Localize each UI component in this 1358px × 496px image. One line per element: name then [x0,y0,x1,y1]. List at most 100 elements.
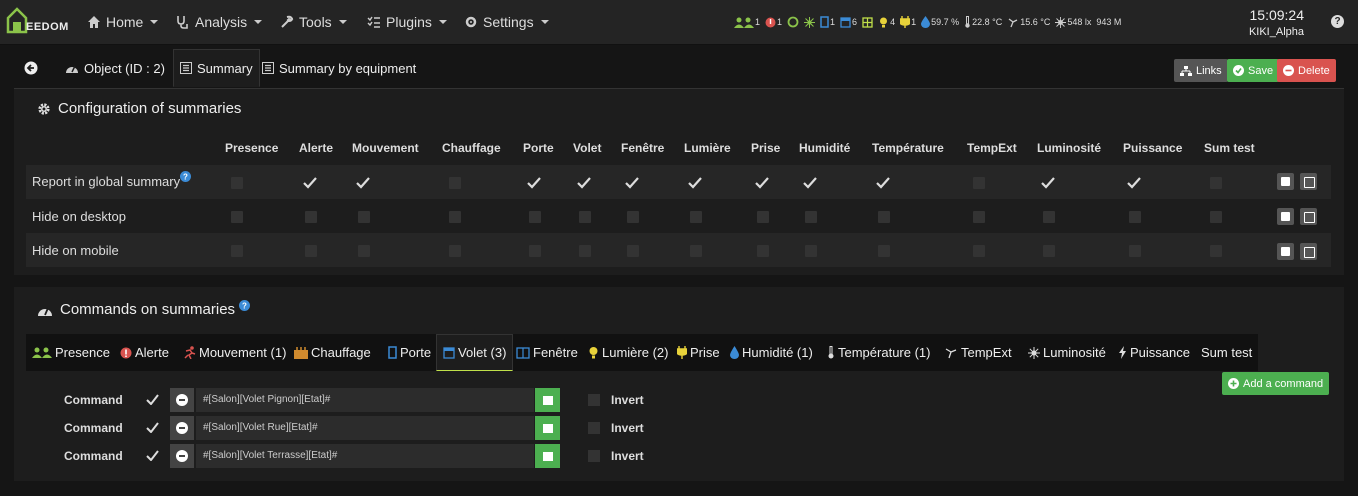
summary-checkbox[interactable] [627,211,639,223]
question-circle-icon[interactable]: ? [239,300,251,311]
summary-checkbox[interactable] [1043,211,1055,223]
save-button[interactable]: Save [1227,59,1280,82]
summary-checkbox[interactable] [690,245,702,257]
summary-checkbox-checked[interactable] [876,177,890,189]
tab-summary-by-equipment[interactable]: Summary by equipment [256,49,422,87]
tab-presence[interactable]: Presence [32,334,110,371]
invert-checkbox[interactable] [588,450,600,462]
summary-alert[interactable]: 1 [765,17,782,28]
summary-luminosity[interactable]: 548 lx [1055,16,1091,28]
tab-mouvement[interactable]: Mouvement (1) [184,334,286,371]
summary-checkbox-checked[interactable] [1127,177,1141,189]
summary-shutter[interactable]: 6 [840,16,857,28]
links-button[interactable]: Links [1174,59,1228,82]
tab-puissance[interactable]: Puissance [1118,334,1190,371]
back-button[interactable] [18,49,44,87]
select-command-button[interactable] [535,416,560,440]
tab-fenetre[interactable]: Fenêtre [516,334,578,371]
check-all-button[interactable] [1277,208,1294,225]
summary-checkbox[interactable] [1043,245,1055,257]
uncheck-all-button[interactable] [1300,243,1317,260]
uncheck-all-button[interactable] [1300,208,1317,225]
summary-checkbox[interactable] [305,211,317,223]
tab-summary[interactable]: Summary [173,49,260,87]
check-all-button[interactable] [1277,173,1294,190]
summary-checkbox[interactable] [449,245,461,257]
tab-prise[interactable]: Prise [677,334,720,371]
summary-checkbox[interactable] [358,245,370,257]
tab-chauffage[interactable]: Chauffage [294,334,371,371]
summary-checkbox[interactable] [1210,211,1222,223]
summary-checkbox[interactable] [757,245,769,257]
tab-sum-test[interactable]: Sum test [1201,334,1252,371]
nav-analysis[interactable]: Analysis [176,14,263,30]
summary-checkbox[interactable] [973,177,985,189]
summary-checkbox[interactable] [305,245,317,257]
summary-presence[interactable]: 1 [734,17,760,28]
uncheck-all-button[interactable] [1300,173,1317,190]
jeedom-logo[interactable]: EEDOM [6,6,68,38]
summary-checkbox[interactable] [529,245,541,257]
tab-temperature[interactable]: Température (1) [827,334,930,371]
tab-porte[interactable]: Porte [388,334,431,371]
select-command-button[interactable] [535,388,560,412]
summary-checkbox[interactable] [1210,245,1222,257]
summary-checkbox[interactable] [878,211,890,223]
summary-checkbox-checked[interactable] [356,177,370,189]
nav-home[interactable]: Home [87,14,159,30]
summary-checkbox[interactable] [1129,245,1141,257]
summary-outdoor-temp[interactable]: 15.6 °C [1007,16,1050,28]
summary-checkbox[interactable] [878,245,890,257]
tab-tempext[interactable]: TempExt [944,334,1012,371]
summary-checkbox[interactable] [358,211,370,223]
check-all-button[interactable] [1277,243,1294,260]
summary-motion[interactable] [787,16,799,28]
summary-checkbox[interactable] [579,211,591,223]
remove-command-button[interactable] [170,444,194,468]
summary-light[interactable]: 4 [878,16,895,28]
summary-checkbox-checked[interactable] [527,177,541,189]
summary-checkbox[interactable] [231,211,243,223]
remove-command-button[interactable] [170,416,194,440]
remove-command-button[interactable] [170,388,194,412]
tab-humidite[interactable]: Humidité (1) [730,334,813,371]
summary-checkbox[interactable] [1210,177,1222,189]
summary-checkbox-checked[interactable] [625,177,639,189]
delete-button[interactable]: Delete [1277,59,1336,82]
command-input[interactable]: #[Salon][Volet Rue][Etat]# [196,416,534,440]
tab-lumiere[interactable]: Lumière (2) [588,334,668,371]
nav-tools[interactable]: Tools [280,14,347,30]
summary-checkbox[interactable] [627,245,639,257]
summary-checkbox[interactable] [231,245,243,257]
tab-object[interactable]: Object (ID : 2) [59,49,171,87]
summary-temperature[interactable]: 22.8 °C [964,16,1002,28]
summary-checkbox[interactable] [449,177,461,189]
summary-checkbox[interactable] [579,245,591,257]
summary-checkbox-checked[interactable] [577,177,591,189]
summary-plug[interactable]: 1 [900,16,916,28]
summary-checkbox[interactable] [1129,211,1141,223]
add-command-button[interactable]: Add a command [1222,372,1330,395]
invert-checkbox[interactable] [588,422,600,434]
command-input[interactable]: #[Salon][Volet Pignon][Etat]# [196,388,534,412]
summary-checkbox[interactable] [449,211,461,223]
summary-checkbox-checked[interactable] [1041,177,1055,189]
summary-checkbox-checked[interactable] [303,177,317,189]
summary-checkbox[interactable] [805,245,817,257]
tab-alerte[interactable]: Alerte [120,334,169,371]
invert-checkbox[interactable] [588,394,600,406]
summary-checkbox[interactable] [231,177,243,189]
summary-checkbox[interactable] [973,211,985,223]
tab-volet[interactable]: Volet (3) [436,334,514,371]
help-icon[interactable]: ? [1331,15,1344,28]
summary-checkbox[interactable] [805,211,817,223]
summary-checkbox-checked[interactable] [803,177,817,189]
summary-window[interactable] [862,16,873,28]
tab-luminosite[interactable]: Luminosité [1028,334,1106,371]
select-command-button[interactable] [535,444,560,468]
user-name[interactable]: KIKI_Alpha [1249,26,1304,38]
summary-checkbox[interactable] [757,211,769,223]
question-circle-icon[interactable]: ? [180,171,191,182]
nav-plugins[interactable]: Plugins [367,14,447,30]
summary-door[interactable]: 1 [820,16,835,28]
